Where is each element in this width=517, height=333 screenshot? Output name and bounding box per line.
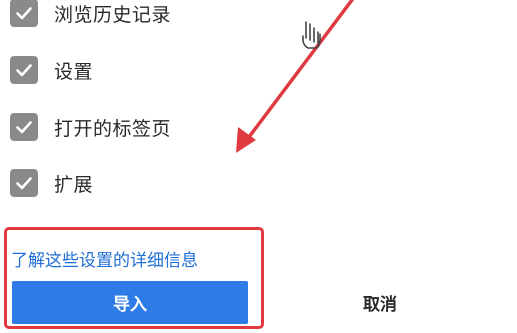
option-open-tabs[interactable]: 打开的标签页 <box>10 111 171 143</box>
checkbox-open-tabs[interactable] <box>10 113 38 141</box>
option-extensions[interactable]: 扩展 <box>10 167 93 199</box>
option-browsing-history[interactable]: 浏览历史记录 <box>10 0 171 29</box>
hand-pointer-icon <box>302 21 321 49</box>
checkbox-extensions[interactable] <box>10 169 38 197</box>
option-label: 扩展 <box>54 173 94 196</box>
option-label: 浏览历史记录 <box>54 3 172 26</box>
checkbox-browsing-history[interactable] <box>10 0 38 27</box>
checkbox-settings[interactable] <box>10 56 38 84</box>
option-label: 打开的标签页 <box>54 117 172 140</box>
checkmark-icon <box>16 121 32 134</box>
checkmark-icon <box>16 177 32 190</box>
details-link[interactable]: 了解这些设置的详细信息 <box>11 246 198 271</box>
option-label: 设置 <box>54 60 94 83</box>
option-settings[interactable]: 设置 <box>10 54 93 86</box>
import-button[interactable]: 导入 <box>12 281 248 324</box>
arrow-annotation <box>236 0 354 153</box>
checkmark-icon <box>16 64 32 77</box>
import-dialog: 浏览历史记录 设置 打开的标签页 扩展 了解这些设置的详细信息 导入 取消 <box>0 0 517 333</box>
cancel-button[interactable]: 取消 <box>260 281 500 324</box>
checkmark-icon <box>16 7 32 20</box>
